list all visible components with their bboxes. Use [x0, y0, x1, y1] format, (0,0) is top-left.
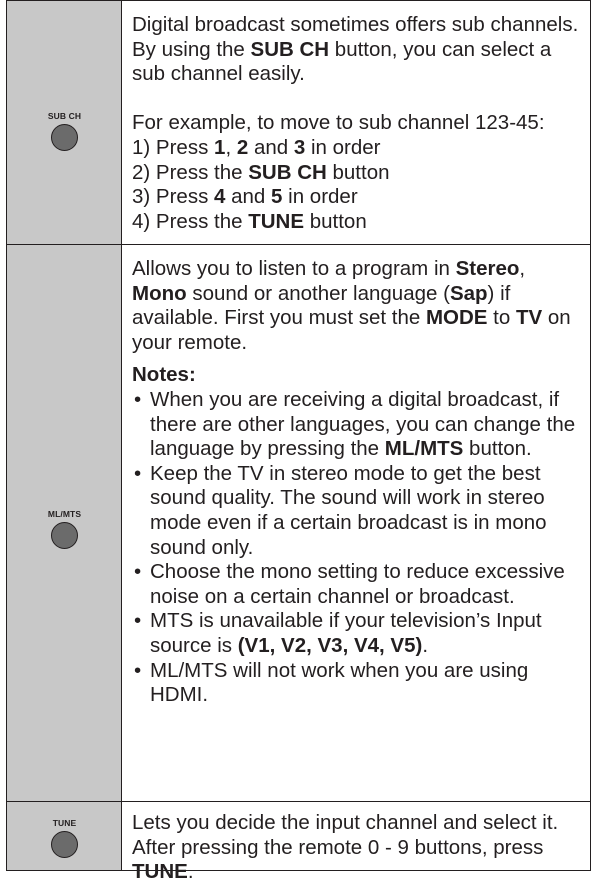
text-segment: ML/MTS will not work when you are using …	[150, 658, 529, 707]
note-item: MTS is unavailable if your television’s …	[132, 609, 580, 658]
sub-ch-intro: Digital broadcast sometimes offers sub c…	[132, 13, 580, 87]
notes-list: When you are receiving a digital broadca…	[132, 388, 580, 708]
text-segment: 2) Press the	[132, 160, 249, 184]
bold-segment: 4	[214, 185, 226, 209]
step-4: 4) Press the TUNE button	[132, 210, 580, 235]
tune-icon-cell: TUNE	[7, 802, 122, 870]
note-item: Keep the TV in stereo mode to get the be…	[132, 462, 580, 560]
text-segment: Lets you decide the input channel and se…	[132, 811, 559, 859]
text-segment: .	[187, 860, 194, 884]
sub-ch-row: SUB CH Digital broadcast sometimes offer…	[7, 1, 590, 244]
text-segment: in order	[305, 135, 381, 159]
text-segment: button.	[463, 437, 532, 461]
tune-intro: Lets you decide the input channel and se…	[132, 811, 580, 885]
bold-segment: Stereo	[455, 257, 520, 280]
tune-row: TUNE Lets you decide the input channel a…	[7, 801, 590, 883]
ml-mts-description: Allows you to listen to a program in Ste…	[122, 245, 590, 801]
note-item: ML/MTS will not work when you are using …	[132, 659, 580, 708]
text-segment: 4) Press the	[132, 209, 249, 233]
ml-mts-icon-cell: ML/MTS	[7, 245, 122, 801]
text-segment: and	[225, 185, 272, 209]
tune-description: Lets you decide the input channel and se…	[122, 802, 590, 883]
bold-segment: TUNE	[248, 209, 305, 233]
note-item: Choose the mono setting to reduce excess…	[132, 560, 580, 609]
bold-segment: TV	[515, 306, 543, 330]
text-segment: button	[326, 160, 390, 184]
sub-ch-button-label: SUB CH	[47, 111, 82, 121]
tune-button-graphic: TUNE	[7, 818, 122, 858]
step-1: 1) Press 1, 2 and 3 in order	[132, 136, 580, 161]
bold-segment: 3	[293, 135, 306, 159]
bold-segment: TUNE	[132, 860, 188, 884]
text-segment: and	[248, 135, 294, 159]
sub-ch-description: Digital broadcast sometimes offers sub c…	[122, 1, 590, 244]
text-segment: Choose the mono setting to reduce excess…	[150, 560, 565, 608]
text-segment: button	[304, 209, 367, 233]
text-segment: 3) Press	[132, 185, 215, 209]
bold-segment: 1	[214, 135, 226, 159]
text-segment: .	[422, 633, 429, 657]
ml-mts-button-label: ML/MTS	[47, 509, 82, 519]
text-segment: sound or another language (	[186, 281, 450, 305]
text-segment: 1) Press	[132, 135, 215, 159]
bold-segment: Mono	[132, 281, 187, 305]
bold-segment: 5	[271, 185, 283, 209]
notes-heading: Notes:	[132, 363, 580, 388]
sub-ch-icon-cell: SUB CH	[7, 1, 122, 244]
bold-segment: SUB CH	[250, 37, 330, 61]
note-item: When you are receiving a digital broadca…	[132, 388, 580, 462]
tune-button-icon	[51, 831, 78, 858]
bold-segment: Notes:	[132, 363, 196, 387]
ml-mts-row: ML/MTS Allows you to listen to a program…	[7, 244, 590, 801]
bold-segment: 2	[236, 135, 249, 159]
text-segment: to	[487, 306, 516, 330]
step-3: 3) Press 4 and 5 in order	[132, 185, 580, 210]
ml-mts-button-icon	[51, 522, 78, 549]
button-reference-table: SUB CH Digital broadcast sometimes offer…	[6, 0, 591, 883]
tune-button-label: TUNE	[52, 818, 77, 828]
bold-segment: SUB CH	[248, 160, 327, 184]
bold-segment: MODE	[425, 306, 488, 330]
bold-segment: (V1, V2, V3, V4, V5)	[237, 633, 423, 657]
sub-ch-example: For example, to move to sub channel 123-…	[132, 111, 545, 135]
step-2: 2) Press the SUB CH button	[132, 161, 580, 186]
text-segment: in order	[282, 185, 358, 209]
sub-ch-button-icon	[51, 124, 78, 151]
ml-mts-button-graphic: ML/MTS	[7, 509, 122, 549]
text-segment: Allows you to listen to a program in	[132, 257, 456, 280]
text-segment: ,	[519, 257, 526, 280]
text-segment: Keep the TV in stereo mode to get the be…	[150, 461, 547, 559]
sub-ch-steps: 1) Press 1, 2 and 3 in order 2) Press th…	[132, 136, 580, 234]
bold-segment: ML/MTS	[384, 437, 464, 461]
text-segment: ,	[225, 135, 237, 159]
bold-segment: Sap	[449, 281, 488, 305]
sub-ch-button-graphic: SUB CH	[7, 111, 122, 151]
ml-mts-intro: Allows you to listen to a program in Ste…	[132, 257, 580, 355]
